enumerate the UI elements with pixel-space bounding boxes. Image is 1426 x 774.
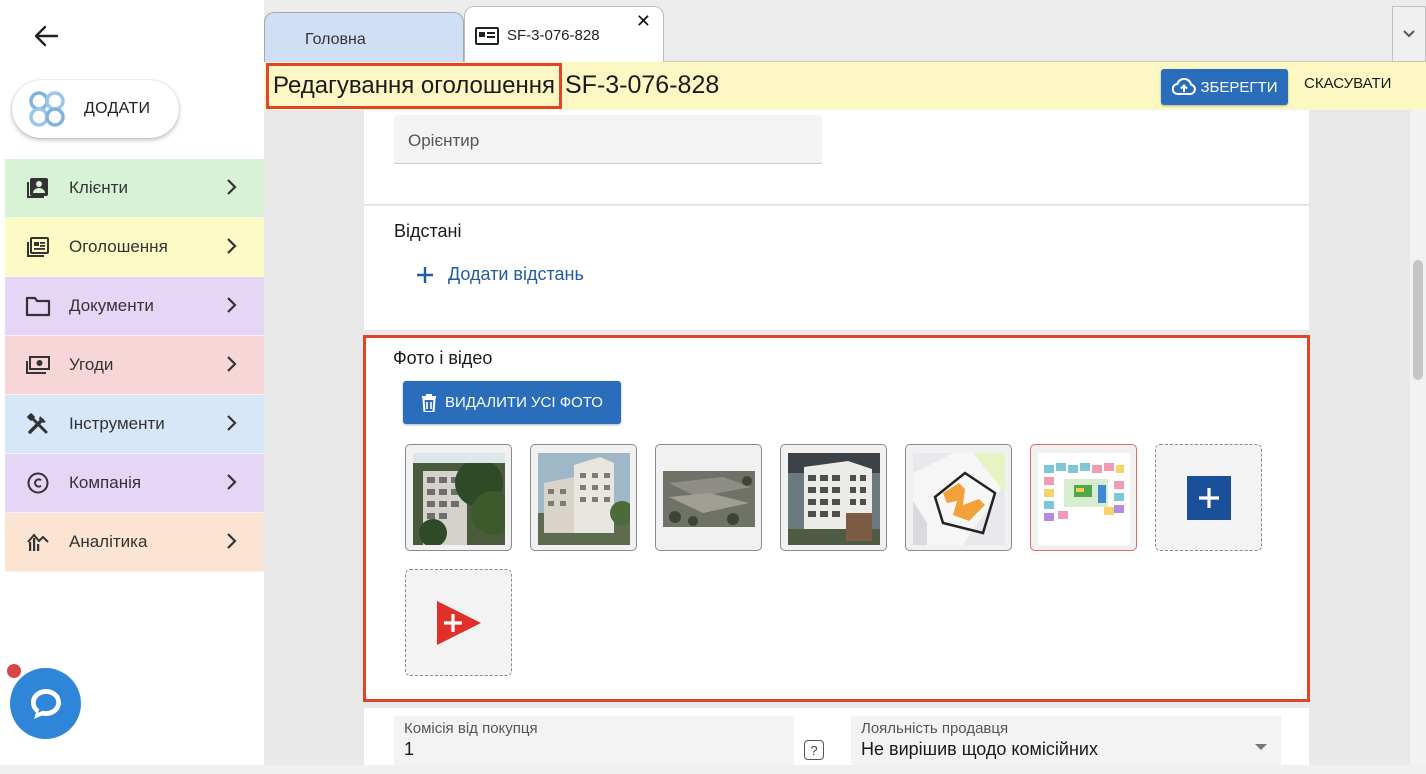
save-button-label: ЗБЕРЕГТИ	[1200, 78, 1278, 96]
chat-icon	[30, 688, 61, 719]
save-button[interactable]: ЗБЕРЕГТИ	[1161, 69, 1288, 105]
landmark-section: Орієнтир	[364, 110, 1309, 205]
add-button[interactable]: ДОДАТИ	[12, 80, 179, 138]
buyer-commission-label: Комісія від покупця	[404, 720, 538, 737]
analytics-icon	[25, 529, 51, 555]
listing-icon	[25, 234, 51, 260]
floor-plan-image	[1038, 453, 1130, 545]
photo-thumbnail[interactable]	[780, 444, 887, 551]
sidebar-item-label: Компанія	[69, 473, 142, 492]
scrollbar[interactable]	[1410, 110, 1426, 774]
tabs-menu-button[interactable]	[1392, 6, 1426, 62]
sidebar-item-company[interactable]: Компанія	[5, 454, 264, 513]
chevron-right-icon	[227, 238, 237, 254]
chevron-right-icon	[227, 474, 237, 490]
page-header: Редагування оголошення SF-3-076-828 ЗБЕР…	[264, 62, 1426, 110]
aerial-photo	[663, 453, 755, 545]
add-photo-button[interactable]	[1155, 444, 1262, 551]
buyer-commission-field[interactable]: Комісія від покупця 1	[394, 716, 794, 768]
distances-section: Відстані Додати відстань	[364, 206, 1309, 330]
add-distance-button[interactable]: Додати відстань	[416, 264, 584, 285]
delete-all-photos-label: ВИДАЛИТИ УСІ ФОТО	[445, 394, 603, 411]
listing-card-icon	[475, 27, 499, 45]
tab-edit-label: SF-3-076-828	[507, 27, 600, 44]
chevron-right-icon	[227, 533, 237, 549]
listing-code: SF-3-076-828	[565, 71, 720, 99]
chat-button[interactable]	[10, 668, 81, 739]
contacts-icon	[25, 175, 51, 201]
media-section: Фото і відео ВИДАЛИТИ УСІ ФОТО	[363, 335, 1310, 702]
add-video-icon	[436, 600, 481, 645]
sidebar-item-label: Інструменти	[69, 414, 165, 433]
site-plan-image	[913, 453, 1005, 545]
notification-dot	[5, 662, 23, 680]
photo-thumbnail[interactable]	[655, 444, 762, 551]
seller-loyalty-label: Лояльність продавця	[861, 720, 1009, 737]
tools-icon	[25, 411, 51, 437]
chevron-right-icon	[227, 415, 237, 431]
tab-home[interactable]: Головна	[264, 12, 464, 62]
money-icon	[25, 352, 51, 378]
photo-thumbnail-selected[interactable]	[1030, 444, 1137, 551]
seller-loyalty-select[interactable]: Лояльність продавця Не вирішив щодо комі…	[851, 716, 1281, 768]
tab-edit-listing[interactable]: SF-3-076-828 ✕	[464, 6, 664, 63]
help-icon[interactable]: ?	[804, 740, 824, 760]
building-photo	[413, 453, 505, 545]
chevron-right-icon	[227, 356, 237, 372]
sidebar-item-label: Аналітика	[69, 532, 148, 551]
add-logo-icon	[29, 91, 65, 127]
dropdown-caret-icon	[1255, 744, 1267, 750]
chevron-down-icon	[1403, 30, 1415, 38]
media-title: Фото і відео	[393, 348, 493, 368]
sidebar-item-deals[interactable]: Угоди	[5, 336, 264, 395]
sidebar-item-label: Клієнти	[69, 178, 128, 197]
sidebar-item-tools[interactable]: Інструменти	[5, 395, 264, 454]
chevron-right-icon	[227, 297, 237, 313]
plus-icon	[417, 266, 433, 283]
sidebar-item-label: Оголошення	[69, 237, 168, 256]
cancel-button[interactable]: СКАСУВАТИ	[1304, 75, 1391, 92]
sidebar-item-documents[interactable]: Документи	[5, 277, 264, 336]
window-bottom-edge	[0, 765, 1426, 774]
buyer-commission-value: 1	[404, 739, 415, 759]
copyright-icon	[25, 470, 51, 496]
photo-thumbnail[interactable]	[530, 444, 637, 551]
close-icon[interactable]: ✕	[636, 11, 651, 32]
landmark-input[interactable]: Орієнтир	[394, 115, 822, 164]
add-distance-label: Додати відстань	[448, 264, 584, 284]
form-content: Орієнтир Відстані Додати відстань Фото і…	[264, 110, 1410, 774]
building-photo	[538, 453, 630, 545]
sidebar-item-label: Угоди	[69, 355, 114, 374]
add-button-label: ДОДАТИ	[84, 100, 151, 117]
chevron-right-icon	[227, 179, 237, 195]
seller-loyalty-value: Не вирішив щодо комісійних	[861, 739, 1098, 759]
sidebar-item-listings[interactable]: Оголошення	[5, 218, 264, 277]
folder-icon	[25, 293, 51, 319]
main-area: Головна SF-3-076-828 ✕ Редагування оголо…	[264, 0, 1426, 774]
trash-icon	[422, 393, 437, 412]
cloud-upload-icon	[1171, 78, 1196, 95]
sidebar-item-label: Документи	[69, 296, 154, 315]
add-photo-icon	[1186, 475, 1231, 520]
sidebar-item-clients[interactable]: Клієнти	[5, 159, 264, 218]
photo-thumbnail[interactable]	[905, 444, 1012, 551]
sidebar-nav: Клієнти Оголошення Документи Угоди Інстр…	[5, 159, 264, 572]
page-title: Редагування оголошення	[266, 63, 562, 109]
scrollbar-thumb[interactable]	[1413, 260, 1423, 380]
add-video-button[interactable]	[405, 569, 512, 676]
tab-bar: Головна SF-3-076-828 ✕	[264, 0, 1426, 63]
tab-home-label: Головна	[305, 31, 366, 48]
delete-all-photos-button[interactable]: ВИДАЛИТИ УСІ ФОТО	[403, 381, 621, 424]
photo-thumbnail[interactable]	[405, 444, 512, 551]
back-arrow-icon[interactable]	[28, 18, 64, 54]
sidebar-item-analytics[interactable]: Аналітика	[5, 513, 264, 572]
sidebar: ДОДАТИ Клієнти Оголошення Документи Угод…	[0, 0, 264, 774]
building-photo	[788, 453, 880, 545]
distances-title: Відстані	[394, 221, 462, 241]
